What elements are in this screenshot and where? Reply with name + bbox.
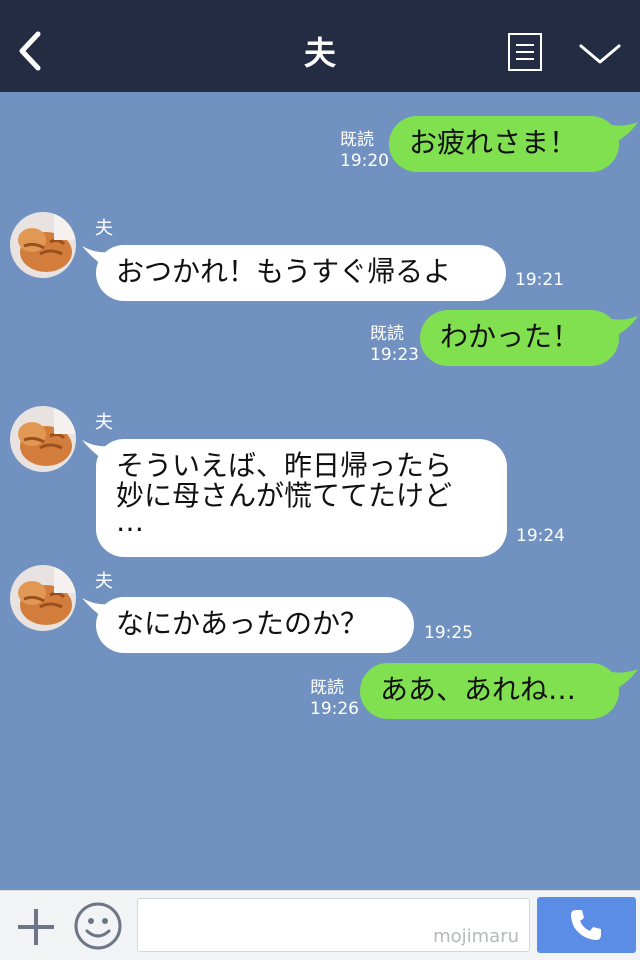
received-message-bubble[interactable]: なにかあったのか？	[96, 597, 414, 653]
sender-name: 夫	[95, 412, 113, 433]
message-time: 19:25	[424, 623, 473, 643]
contact-avatar[interactable]	[10, 565, 76, 631]
read-receipt: 既読 19:23	[370, 324, 419, 365]
message-line: …	[116, 505, 144, 538]
contact-avatar[interactable]	[10, 212, 76, 278]
bubble-tail	[606, 669, 638, 689]
message-input[interactable]: mojimaru	[137, 898, 530, 952]
chat-header: 夫	[0, 0, 640, 92]
message-time: 19:21	[515, 270, 564, 290]
message-text: おつかれ！もうすぐ帰るよ	[116, 255, 452, 288]
phone-icon	[571, 910, 601, 940]
sent-message-bubble[interactable]: わかった！	[420, 310, 619, 366]
menu-icon[interactable]	[507, 32, 543, 72]
sent-message-bubble[interactable]: お疲れさま！	[389, 116, 619, 172]
read-receipt: 既読 19:26	[310, 678, 359, 719]
call-button[interactable]	[537, 897, 636, 953]
message-text: なにかあったのか？	[116, 607, 369, 640]
message-input-bar: mojimaru	[0, 890, 640, 960]
cat-photo	[10, 406, 76, 472]
received-message-bubble[interactable]: そういえば、昨日帰ったら 妙に母さんが慌ててたけど …	[96, 439, 507, 557]
message-time: 19:24	[516, 526, 565, 546]
smiley-icon[interactable]	[73, 901, 123, 951]
message-text: お疲れさま！	[409, 126, 578, 159]
message-line: そういえば、昨日帰ったら	[116, 449, 453, 482]
read-receipt: 既読 19:20	[340, 130, 389, 171]
sender-name: 夫	[95, 218, 113, 239]
received-message-bubble[interactable]: おつかれ！もうすぐ帰るよ	[96, 245, 506, 301]
sender-name: 夫	[95, 571, 113, 592]
chat-area[interactable]: 既読 19:20 お疲れさま！ 夫 おつかれ！もうすぐ帰るよ 19:21 既読 …	[0, 92, 640, 890]
cat-photo	[10, 565, 76, 631]
plus-icon[interactable]	[14, 905, 58, 949]
message-text: わかった！	[440, 320, 581, 353]
cat-photo	[10, 212, 76, 278]
bubble-tail	[606, 122, 638, 142]
message-line: 妙に母さんが慌ててたけど	[116, 479, 453, 512]
chat-title: 夫	[303, 34, 336, 72]
bubble-tail	[606, 316, 638, 336]
sent-message-bubble[interactable]: ああ、あれね…	[360, 663, 619, 719]
watermark-text: mojimaru	[433, 926, 519, 947]
message-text: ああ、あれね…	[380, 673, 577, 706]
contact-avatar[interactable]	[10, 406, 76, 472]
chevron-down-icon[interactable]	[578, 40, 622, 68]
